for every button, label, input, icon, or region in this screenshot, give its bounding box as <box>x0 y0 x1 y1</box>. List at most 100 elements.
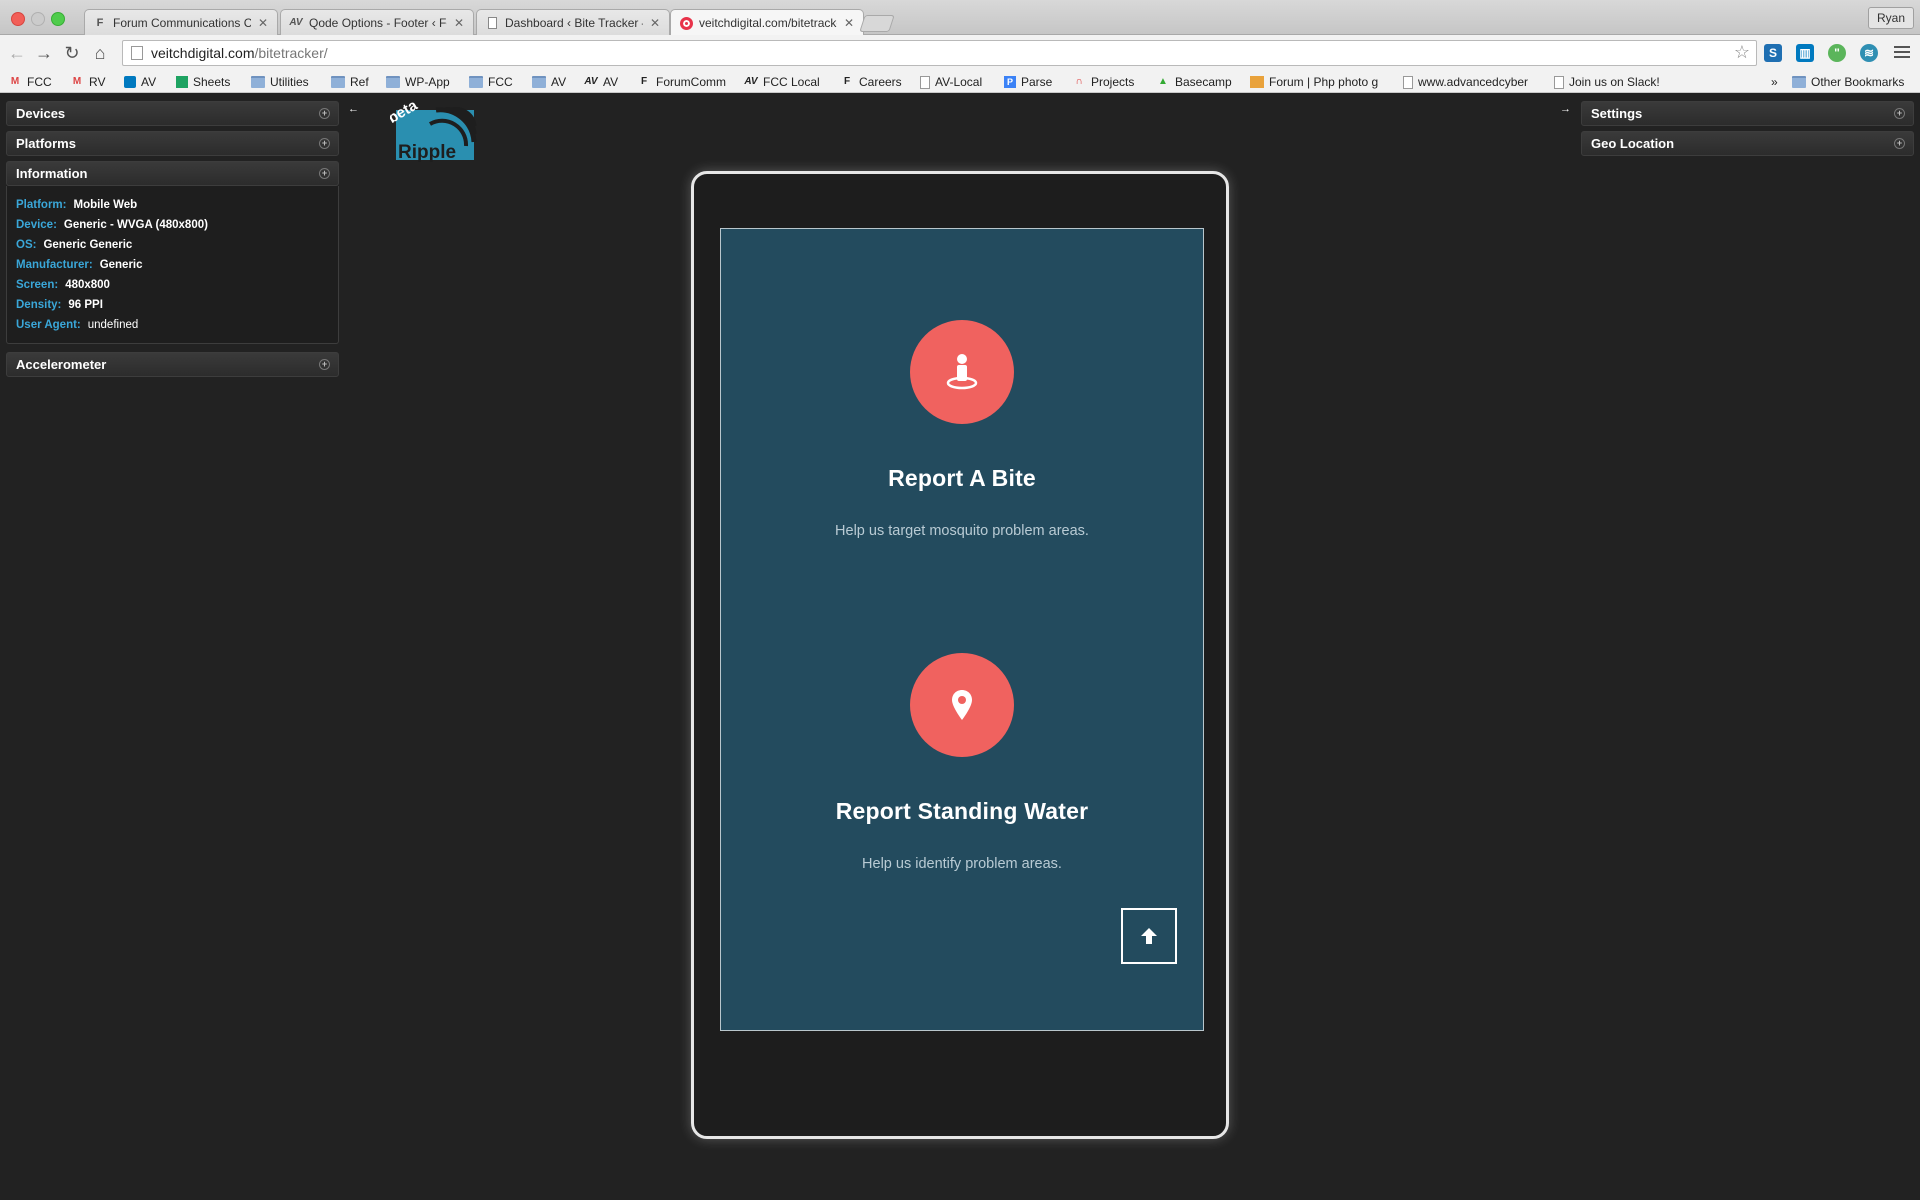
info-label: Screen: <box>16 279 59 291</box>
bookmark-item[interactable]: M FCC <box>8 74 52 90</box>
back-arrow-icon[interactable]: ← <box>7 43 27 63</box>
info-label: Manufacturer: <box>16 259 93 271</box>
bookmark-label: AV <box>603 75 619 89</box>
bookmark-folder[interactable]: WP-App <box>386 74 450 90</box>
close-icon[interactable]: ✕ <box>843 16 855 30</box>
expand-icon[interactable]: + <box>1894 108 1905 119</box>
bookmark-item[interactable]: M RV <box>70 74 106 90</box>
bookmark-item[interactable]: AV FCC Local <box>744 74 819 90</box>
bookmark-label: Basecamp <box>1175 75 1232 89</box>
close-icon[interactable]: ✕ <box>257 16 269 30</box>
expand-icon[interactable]: + <box>319 359 330 370</box>
s-extension-icon[interactable]: S <box>1764 44 1782 62</box>
panel-header[interactable]: Settings + <box>1581 101 1914 126</box>
ripple-extension-icon[interactable]: ≋ <box>1860 44 1878 62</box>
collapse-right-arrow-icon[interactable]: → <box>1560 104 1572 115</box>
accelerometer-panel[interactable]: Accelerometer + <box>6 352 339 377</box>
browser-tab[interactable]: AV Qode Options - Footer ‹ For ✕ <box>280 9 474 35</box>
other-bookmarks-folder[interactable]: Other Bookmarks <box>1792 74 1904 90</box>
expand-icon[interactable]: + <box>1894 138 1905 149</box>
browser-toolbar: ← → ↻ ⌂ veitchdigital.com/bitetracker/ ☆… <box>0 35 1920 71</box>
report-bite-button[interactable] <box>910 320 1014 424</box>
home-icon[interactable]: ⌂ <box>90 43 110 63</box>
reload-icon[interactable]: ↻ <box>62 43 82 63</box>
report-water-action[interactable]: Report Standing Water Help us identify p… <box>721 653 1203 872</box>
panel-header[interactable]: Information + <box>6 161 339 186</box>
bookmark-folder[interactable]: AV <box>532 74 566 90</box>
close-window-button[interactable] <box>11 12 25 26</box>
bookmarks-overflow-button[interactable]: » <box>1771 74 1778 90</box>
bookmark-label: Parse <box>1021 75 1053 89</box>
bookmark-label: Careers <box>859 75 902 89</box>
info-value: Mobile Web <box>73 199 138 211</box>
platforms-panel[interactable]: Platforms + <box>6 131 339 156</box>
browser-tab[interactable]: F Forum Communications Co ✕ <box>84 9 278 35</box>
bookmark-item[interactable]: Sheets <box>176 74 230 90</box>
bookmark-item[interactable]: F Careers <box>840 74 902 90</box>
panel-header[interactable]: Devices + <box>6 101 339 126</box>
bookmark-item[interactable]: Join us on Slack! <box>1554 74 1660 90</box>
profile-button[interactable]: Ryan <box>1867 7 1914 29</box>
bookmark-folder[interactable]: FCC <box>469 74 513 90</box>
bookmark-item[interactable]: AV-Local <box>920 74 982 90</box>
bookmark-item[interactable]: AV <box>124 74 156 90</box>
panel-title: Devices <box>16 106 66 121</box>
panel-header[interactable]: Accelerometer + <box>6 352 339 377</box>
bookmark-item[interactable]: F ForumComm <box>637 74 726 90</box>
forward-arrow-icon[interactable]: → <box>34 43 54 63</box>
panel-title: Accelerometer <box>16 357 107 372</box>
menu-icon[interactable] <box>1894 44 1910 60</box>
bookmark-label: WP-App <box>405 75 450 89</box>
browser-tab[interactable]: Dashboard ‹ Bite Tracker — ✕ <box>476 9 670 35</box>
tab-title: Dashboard ‹ Bite Tracker — <box>505 15 643 30</box>
report-bite-title: Report A Bite <box>888 465 1036 491</box>
browser-tab-bar: F Forum Communications Co ✕ AV Qode Opti… <box>0 0 1920 36</box>
devices-panel[interactable]: Devices + <box>6 101 339 126</box>
settings-panel[interactable]: Settings + <box>1581 101 1914 126</box>
page-icon <box>485 16 499 30</box>
bookmark-label: FCC <box>27 75 52 89</box>
forum-icon: F <box>640 76 648 87</box>
report-water-button[interactable] <box>910 653 1014 757</box>
expand-icon[interactable]: + <box>319 168 330 179</box>
panel-header[interactable]: Geo Location + <box>1581 131 1914 156</box>
bookmark-label: Projects <box>1091 75 1135 89</box>
expand-icon[interactable]: + <box>319 108 330 119</box>
ripple-emulator: Devices + Platforms + Information + Platfor… <box>0 94 1920 1200</box>
bookmark-item[interactable]: ▲ Basecamp <box>1156 74 1232 90</box>
bookmark-item[interactable]: ∩ Projects <box>1072 74 1134 90</box>
av-icon: AV <box>289 17 303 28</box>
av-icon: AV <box>584 76 598 87</box>
bookmarks-bar: M FCC M RV AV Sheets Utilities Ref WP-App … <box>0 71 1920 93</box>
report-bite-action[interactable]: Report A Bite Help us target mosquito pr… <box>721 320 1203 539</box>
trello-icon <box>124 76 136 88</box>
new-tab-button[interactable] <box>859 15 895 32</box>
hangouts-extension-icon[interactable]: " <box>1828 44 1846 62</box>
tab-title: Forum Communications Co <box>113 15 251 30</box>
maximize-window-button[interactable] <box>51 12 65 26</box>
info-label: Density: <box>16 299 62 311</box>
browser-tab-active[interactable]: veitchdigital.com/bitetracker ✕ <box>670 9 864 36</box>
address-bar[interactable]: veitchdigital.com/bitetracker/ ☆ <box>122 40 1757 66</box>
info-label: OS: <box>16 239 37 251</box>
projects-icon: ∩ <box>1075 76 1083 87</box>
expand-icon[interactable]: + <box>319 138 330 149</box>
collapse-left-arrow-icon[interactable]: ← <box>348 104 360 115</box>
bookmark-item[interactable]: P Parse <box>1004 74 1052 90</box>
bookmark-item[interactable]: AV AV <box>584 74 618 90</box>
close-icon[interactable]: ✕ <box>649 16 661 30</box>
bookmark-item[interactable]: www.advancedcyber <box>1403 74 1528 90</box>
bookmark-folder[interactable]: Ref <box>331 74 369 90</box>
bookmark-item[interactable]: Forum | Php photo g <box>1250 74 1378 90</box>
bookmark-star-icon[interactable]: ☆ <box>1734 42 1750 63</box>
geo-location-panel[interactable]: Geo Location + <box>1581 131 1914 156</box>
trello-extension-icon[interactable]: ▥ <box>1796 44 1814 62</box>
info-value: 96 PPI <box>68 299 103 311</box>
panel-title: Information <box>16 166 88 181</box>
panel-header[interactable]: Platforms + <box>6 131 339 156</box>
information-panel[interactable]: Information + Platform: Mobile Web Device:… <box>6 161 339 344</box>
bookmark-folder[interactable]: Utilities <box>251 74 309 90</box>
scroll-to-top-button[interactable] <box>1121 908 1177 964</box>
close-icon[interactable]: ✕ <box>453 16 465 30</box>
minimize-window-button[interactable] <box>31 12 45 26</box>
